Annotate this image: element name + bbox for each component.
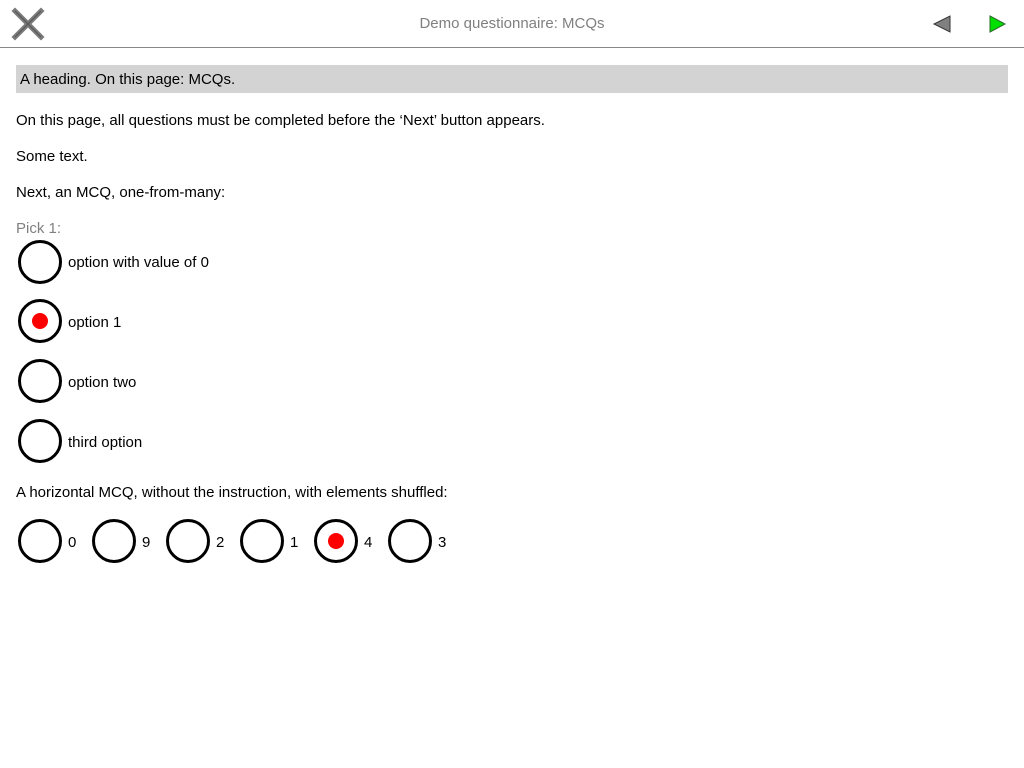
back-arrow-icon[interactable] [928,10,956,38]
mcq1-option-label[interactable]: third option [68,434,142,451]
mcq2-radio-0[interactable] [18,519,62,563]
mcq2-option-label[interactable]: 9 [142,534,150,551]
section-heading-text: A heading. On this page: MCQs. [20,71,236,88]
info-text: On this page, all questions must be comp… [16,112,545,129]
mcq1-radio-0[interactable] [18,240,62,284]
mcq2-option-label[interactable]: 1 [290,534,298,551]
header-bar: Demo questionnaire: MCQs [0,0,1024,48]
mcq2-option-label[interactable]: 2 [216,534,224,551]
mcq1-radio-2[interactable] [18,359,62,403]
page-title: Demo questionnaire: MCQs [419,15,605,32]
some-text: Some text. [16,148,88,165]
mcq1-radio-1[interactable] [18,299,62,343]
horizontal-mcq-intro: A horizontal MCQ, without the instructio… [16,484,448,501]
mcq2-radio-2[interactable] [166,519,210,563]
selected-dot [32,313,48,329]
mcq2-radio-4[interactable] [314,519,358,563]
mcq1-option-label[interactable]: option two [68,374,136,391]
section-heading: A heading. On this page: MCQs. [16,65,1008,93]
mcq2-option-label[interactable]: 4 [364,534,372,551]
mcq-instruction: Pick 1: [16,220,62,237]
mcq-intro-text: Next, an MCQ, one-from-many: [16,184,226,201]
mcq1-radio-3[interactable] [18,419,62,463]
selected-dot [328,533,344,549]
mcq1-option-label[interactable]: option 1 [68,314,121,331]
mcq2-radio-5[interactable] [388,519,432,563]
mcq2-radio-3[interactable] [240,519,284,563]
mcq2-radio-1[interactable] [92,519,136,563]
mcq1-option-label[interactable]: option with value of 0 [68,254,209,271]
mcq2-option-label[interactable]: 0 [68,534,76,551]
next-arrow-icon[interactable] [983,10,1011,38]
mcq2-option-label[interactable]: 3 [438,534,446,551]
